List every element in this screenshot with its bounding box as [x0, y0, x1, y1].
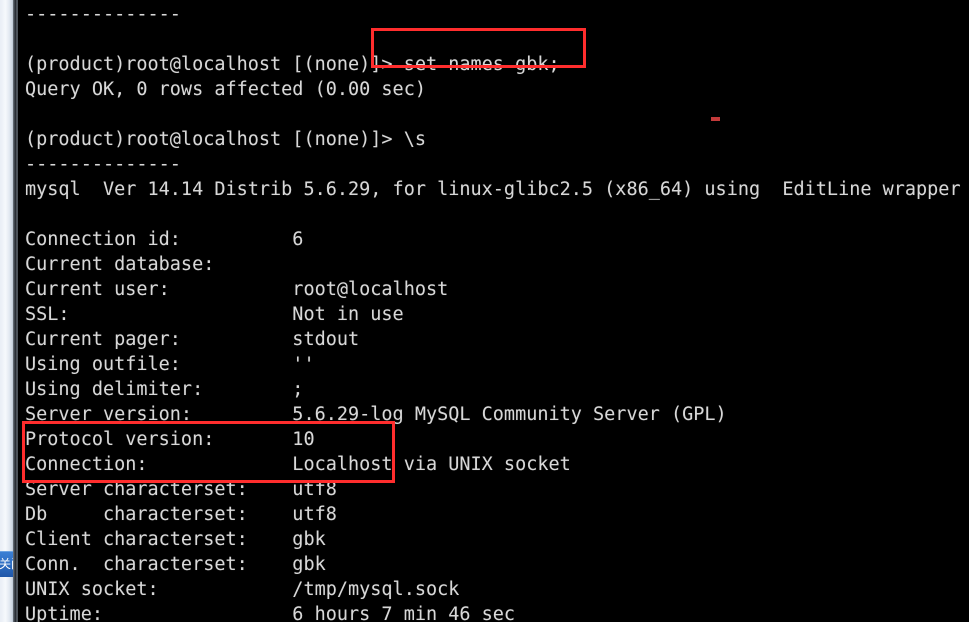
terminal-line: Server version: 5.6.29-log MySQL Communi… [25, 404, 727, 425]
terminal-line: -------------- [25, 4, 181, 25]
screen-root: 关闭 -------------- (product)root@localhost… [0, 0, 969, 622]
terminal-line: -------------- [25, 154, 181, 175]
terminal-line: Current user: root@localhost [25, 279, 449, 300]
terminal-line: (product)root@localhost [(none)]> set na… [25, 54, 560, 75]
terminal-line: Current pager: stdout [25, 329, 360, 350]
taskbar-chip[interactable]: 关闭 [0, 551, 13, 577]
terminal-line: UNIX socket: /tmp/mysql.sock [25, 579, 460, 600]
terminal-line: Uptime: 6 hours 7 min 46 sec [25, 604, 516, 622]
terminal-line: Client characterset: gbk [25, 529, 326, 550]
terminal-line: Using outfile: '' [25, 354, 315, 375]
terminal-line: Conn. characterset: gbk [25, 554, 326, 575]
terminal-line: Server characterset: utf8 [25, 479, 337, 500]
terminal-line: Query OK, 0 rows affected (0.00 sec) [25, 79, 426, 100]
terminal-line: (product)root@localhost [(none)]> \s [25, 129, 426, 150]
terminal-line: Connection: Localhost via UNIX socket [25, 454, 571, 475]
terminal-output[interactable]: -------------- (product)root@localhost [(… [18, 0, 969, 622]
terminal-line: Current database: [25, 254, 215, 275]
terminal-line: Connection id: 6 [25, 229, 304, 250]
terminal-line: Protocol version: 10 [25, 429, 315, 450]
terminal-line: SSL: Not in use [25, 304, 404, 325]
window-left-gutter [0, 0, 13, 622]
terminal-line: mysql Ver 14.14 Distrib 5.6.29, for linu… [25, 179, 961, 200]
terminal-line: Using delimiter: ; [25, 379, 304, 400]
terminal-line: Db characterset: utf8 [25, 504, 337, 525]
cursor-tick [711, 117, 720, 121]
